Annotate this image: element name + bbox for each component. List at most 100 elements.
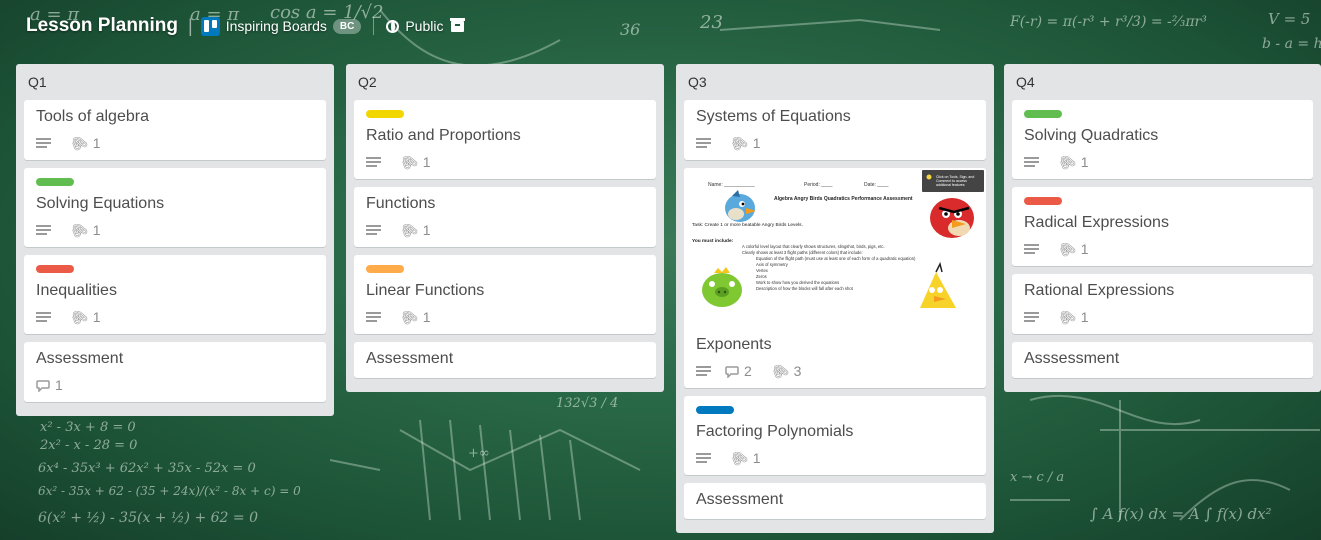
visibility-button[interactable]: Public [405,18,443,34]
comments-badge: 1 [36,377,63,393]
description-badge [696,137,711,149]
description-icon [366,156,381,168]
chalk-text: 6(x² + ½) - 35(x + ½) + 62 = 0 [38,510,258,526]
card[interactable]: Assessment [684,483,986,519]
card-label[interactable] [36,178,74,186]
description-badge [366,224,381,236]
card-badges: 🖇 1 [366,304,644,329]
description-badge [1024,156,1039,168]
card-title: Radical Expressions [1024,214,1169,231]
card[interactable]: Factoring Polynomials 🖇 1 [684,396,986,475]
description-badge [36,311,51,323]
chalk-text: ∫ A f(x) dx = A ∫ f(x) dx² [1090,505,1272,523]
description-icon [1024,156,1039,168]
attachment-count: 1 [752,135,761,151]
comment-icon [36,379,50,392]
attachments-badge: 🖇 1 [1053,305,1089,328]
description-badge [696,452,711,464]
card[interactable]: Linear Functions 🖇 1 [354,255,656,334]
globe-icon [386,19,400,33]
card[interactable]: Assessment [354,342,656,378]
attachments-badge: 🖇 1 [395,150,431,173]
card[interactable]: Solving Equations 🖇 1 [24,168,326,247]
paperclip-icon: 🖇 [1054,149,1079,174]
svg-text:Axis of symmetry: Axis of symmetry [756,262,789,267]
card[interactable]: Functions 🖇 1 [354,187,656,247]
card[interactable]: Tools of algebra 🖇 1 [24,100,326,160]
attachments-badge: 🖇 1 [65,218,101,241]
svg-text:Equation of the flight path (m: Equation of the flight path (must use at… [756,256,916,261]
card[interactable]: Name: ___________ Period: ____ Date: ____ C… [684,168,986,388]
card-label[interactable] [1024,110,1062,118]
description-badge [36,137,51,149]
header-separator: | [188,15,193,36]
paperclip-icon: 🖇 [66,130,91,155]
card[interactable]: Assessment 1 [24,342,326,402]
description-badge [1024,311,1039,323]
chalk-text: 2x² - x - 28 = 0 [40,438,138,453]
svg-text:additional features: additional features [936,183,965,187]
description-badge [366,156,381,168]
card-label[interactable] [366,265,404,273]
svg-text:Name: ___________: Name: ___________ [708,182,755,188]
description-badge [366,311,381,323]
card-badges: 🖇 1 [36,304,314,329]
card[interactable]: Inequalities 🖇 1 [24,255,326,334]
card[interactable]: Rational Expressions 🖇 1 [1012,274,1313,334]
chalk-text: 6x² - 35x + 62 - (35 + 24x)/(x² - 8x + c… [38,484,301,498]
card-badges: 🖇 1 [696,446,974,469]
card[interactable]: Asssessment [1012,342,1313,378]
card-title: Rational Expressions [1024,282,1175,299]
attachment-count: 1 [422,222,431,238]
list-header[interactable]: Q2 [354,64,656,100]
description-badge [696,365,711,377]
list-header[interactable]: Q1 [24,64,326,100]
attachments-badge: 🖇 1 [1053,150,1089,173]
team-badge[interactable]: BC [332,18,362,34]
card-label[interactable] [696,406,734,414]
attachment-count: 1 [92,309,101,325]
attachment-count: 1 [1080,241,1089,257]
paperclip-icon: 🖇 [767,358,792,383]
card-label[interactable] [36,265,74,273]
paperclip-icon: 🖇 [396,149,421,174]
comments-badge: 2 [725,363,752,379]
card-title: Factoring Polynomials [696,423,854,440]
svg-text:Task: Create 1 or more beatabl: Task: Create 1 or more beatable Angry Bi… [692,222,803,228]
paperclip-icon: 🖇 [66,304,91,329]
card-label[interactable] [1024,197,1062,205]
archive-icon[interactable] [450,17,466,32]
description-icon [366,224,381,236]
card-title: Linear Functions [366,282,485,299]
card-title: Inequalities [36,282,117,299]
description-icon [366,311,381,323]
paperclip-icon: 🖇 [726,130,751,155]
attachments-badge: 🖇 3 [766,359,802,382]
card[interactable]: Ratio and Proportions 🖇 1 [354,100,656,179]
card-badges: 🖇 1 [366,218,644,241]
card-title: Solving Equations [36,195,165,212]
card-title: Assessment [366,350,454,367]
description-icon [696,452,711,464]
header-divider [373,17,375,35]
svg-text:Description of how the blocks: Description of how the blocks will fall … [756,286,854,291]
card-label[interactable] [366,110,404,118]
chalk-text: +∞ [468,446,490,461]
trello-logo-icon [200,16,220,36]
list-q1: Q1 Tools of algebra 🖇 1 Solving Equations 🖇 1 I… [16,64,334,416]
board-title[interactable]: Lesson Planning [26,15,178,37]
attachments-badge: 🖇 1 [725,446,761,469]
list-header[interactable]: Q4 [1012,64,1313,100]
card-badges: 🖇 1 [696,130,974,155]
team-name[interactable]: Inspiring Boards [226,18,327,34]
card-title: Assessment [36,350,124,367]
card[interactable]: Solving Quadratics 🖇 1 [1012,100,1313,179]
comment-icon [725,365,739,378]
paperclip-icon: 🖇 [396,304,421,329]
card[interactable]: Radical Expressions 🖇 1 [1012,187,1313,266]
attachments-badge: 🖇 1 [65,131,101,154]
attachment-count: 1 [752,450,761,466]
card[interactable]: Systems of Equations 🖇 1 [684,100,986,160]
list-header[interactable]: Q3 [684,64,986,100]
svg-text:Clearly shows at least 3 fligh: Clearly shows at least 3 flight paths (d… [742,250,863,255]
